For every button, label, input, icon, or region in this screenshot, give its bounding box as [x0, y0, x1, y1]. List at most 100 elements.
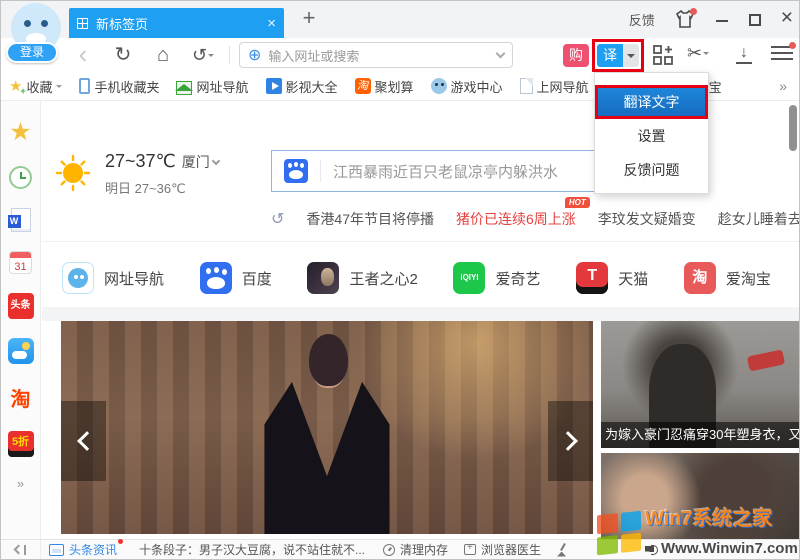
bookmark-item[interactable]: 手机收藏夹 — [79, 77, 159, 96]
translate-button-group[interactable]: 译 — [597, 44, 639, 67]
menu-item-翻译文字[interactable]: 翻译文字 — [595, 85, 708, 119]
translate-dropdown-caret[interactable] — [623, 44, 639, 67]
quick-link-网址导航[interactable]: 网址导航 — [62, 262, 164, 294]
carousel-image[interactable] — [61, 321, 593, 534]
tab-close-icon[interactable] — [267, 15, 276, 32]
feedback-link[interactable]: 反馈 — [629, 10, 655, 29]
home-button[interactable] — [149, 41, 177, 69]
toutiao-news-icon[interactable]: 头条 — [8, 293, 34, 319]
carousel-prev-button[interactable] — [61, 401, 106, 481]
quick-link-百度[interactable]: 百度 — [200, 262, 272, 294]
quick-link-天猫[interactable]: T天猫 — [576, 262, 648, 294]
octopus-icon — [62, 262, 94, 294]
toolbar: 输入网址或搜索 购 译 — [1, 38, 799, 72]
sidebar-collapse-button[interactable] — [1, 540, 41, 560]
toutiao-feed-label[interactable]: 头条资讯 — [69, 541, 123, 558]
discount-5zhe-icon[interactable]: 5折 — [8, 431, 34, 457]
news-column: 为嫁入豪门忍痛穿30年塑身衣，又 — [601, 321, 799, 541]
calendar-icon[interactable]: 31 — [9, 251, 32, 274]
ticker-item[interactable]: 香港47年节目将停播 — [306, 209, 434, 229]
search-hot-query[interactable]: 江西暴雨近百只老鼠凉亭内躲洪水 — [333, 161, 558, 182]
quick-link-label: 天猫 — [618, 268, 648, 289]
back-button[interactable] — [69, 41, 97, 69]
browser-window: 新标签页 反馈 登录 输入网址或搜索 购 译 — [0, 0, 800, 560]
news-caption: 为嫁入豪门忍痛穿30年塑身衣，又 — [601, 422, 799, 448]
ticker-item[interactable]: 猪价已连续6周上涨HOT — [456, 209, 576, 229]
bookmark-item[interactable]: 影视大全 — [266, 77, 338, 96]
weather-widget[interactable]: 27~37℃厦门 明日 27~36℃ — [53, 151, 219, 197]
left-sidebar: 31 头条 淘 5折 — [1, 101, 41, 541]
hamburger-menu-icon[interactable] — [771, 46, 793, 64]
sidebar-more-icon[interactable] — [17, 476, 24, 491]
address-bar[interactable]: 输入网址或搜索 — [239, 42, 513, 68]
star-plus-icon — [9, 77, 22, 95]
news-item-1[interactable]: 为嫁入豪门忍痛穿30年塑身衣，又 — [601, 321, 799, 448]
new-tab-button[interactable] — [298, 5, 320, 31]
bookmarks-overflow-icon[interactable] — [779, 78, 799, 94]
browser-doctor-label: 浏览器医生 — [481, 541, 541, 558]
broom-icon[interactable] — [555, 543, 569, 557]
bookmark-item[interactable]: 游戏中心 — [431, 77, 503, 96]
bookmark-item[interactable]: 网址导航 — [176, 77, 248, 96]
download-icon[interactable] — [734, 44, 754, 66]
play-icon — [266, 78, 282, 94]
ticker-refresh-icon[interactable] — [271, 209, 284, 229]
maximize-button[interactable] — [749, 14, 761, 26]
bookmark-item[interactable]: 收藏 — [9, 77, 62, 96]
hot-badge: HOT — [565, 197, 590, 208]
word-document-icon[interactable] — [11, 208, 31, 232]
quick-link-label: 爱淘宝 — [726, 268, 771, 289]
quick-link-王者之心2[interactable]: 王者之心2 — [307, 262, 417, 294]
news-item-2[interactable] — [601, 453, 799, 541]
skin-theme-icon[interactable] — [675, 10, 695, 30]
carousel-next-button[interactable] — [548, 401, 593, 481]
recently-closed-button[interactable] — [189, 41, 217, 69]
quick-links-row: 网址导航 百度 王者之心2 iQIYI爱奇艺 T天猫 淘爱淘宝 — [62, 249, 771, 307]
history-clock-icon[interactable] — [9, 166, 32, 189]
taobao-icon[interactable]: 淘 — [11, 383, 31, 412]
baidu-paw-icon — [200, 262, 232, 294]
favorites-star-icon[interactable] — [9, 117, 31, 147]
bookmark-label: 上网导航 — [537, 77, 589, 96]
bookmark-item[interactable]: 淘聚划算 — [355, 77, 414, 96]
weather-app-icon[interactable] — [8, 338, 34, 364]
quick-link-爱淘宝[interactable]: 淘爱淘宝 — [684, 262, 771, 294]
browser-doctor-button[interactable]: 浏览器医生 — [464, 541, 541, 558]
bookmark-label: 影视大全 — [286, 77, 338, 96]
phone-icon — [79, 78, 90, 94]
bookmark-label: 游戏中心 — [451, 77, 503, 96]
divider — [42, 241, 799, 242]
weather-tomorrow: 明日 27~36℃ — [105, 178, 219, 197]
carousel-photo-figure — [253, 334, 402, 534]
clean-memory-icon — [383, 544, 395, 556]
notification-dot — [690, 8, 697, 15]
quick-link-爱奇艺[interactable]: iQIYI爱奇艺 — [453, 262, 540, 294]
shopping-button[interactable]: 购 — [563, 44, 589, 67]
weather-city: 厦门 — [182, 154, 210, 170]
status-headline[interactable]: 十条段子：男子汉大豆腐，说不站住就不... — [139, 541, 365, 558]
penguin-icon — [431, 78, 447, 94]
chevron-right-icon — [558, 431, 578, 451]
address-chevron-down-icon[interactable] — [496, 48, 506, 58]
close-button[interactable] — [781, 11, 793, 29]
toutiao-news-feed[interactable]: 头条资讯 — [49, 541, 123, 558]
tab-new-page[interactable]: 新标签页 — [69, 8, 284, 38]
screenshot-scissors-icon[interactable] — [687, 43, 709, 64]
menu-item-反馈问题[interactable]: 反馈问题 — [595, 153, 708, 187]
refresh-button[interactable] — [109, 41, 137, 69]
chevron-down-icon[interactable] — [212, 157, 220, 165]
quick-link-label: 网址导航 — [104, 268, 164, 289]
vertical-scrollbar[interactable] — [789, 105, 797, 151]
chevron-down-icon — [703, 52, 709, 58]
clean-memory-label: 清理内存 — [400, 541, 448, 558]
bookmark-item[interactable]: 上网导航 — [520, 77, 589, 96]
quick-link-label: 爱奇艺 — [495, 268, 540, 289]
minimize-button[interactable] — [715, 13, 729, 27]
login-button[interactable]: 登录 — [6, 42, 58, 63]
menu-item-设置[interactable]: 设置 — [595, 119, 708, 153]
clean-memory-button[interactable]: 清理内存 — [383, 541, 448, 558]
ticker-item[interactable]: 趁女儿睡着去吃 — [718, 209, 799, 229]
translate-button[interactable]: 译 — [597, 44, 623, 67]
ticker-item[interactable]: 李玟发文疑婚变 — [598, 209, 696, 229]
apps-grid-icon[interactable] — [652, 44, 674, 66]
